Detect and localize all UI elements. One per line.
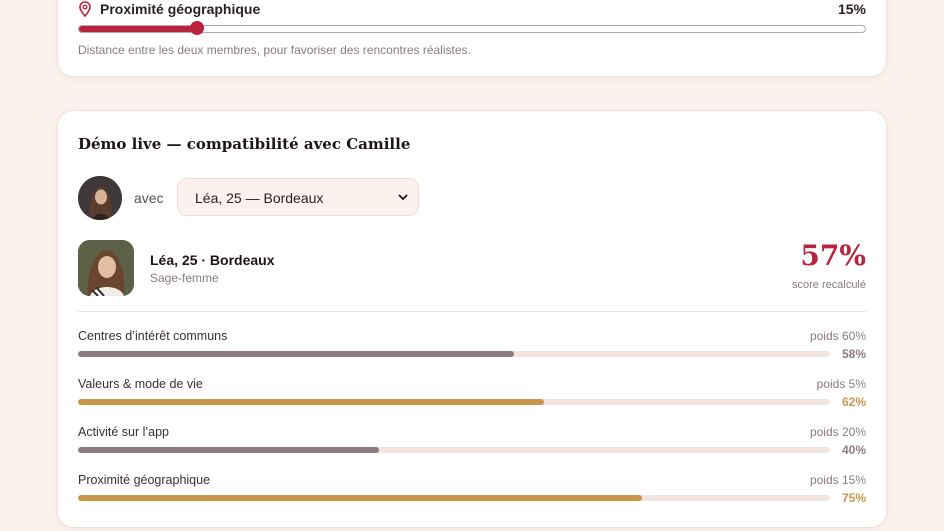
live-demo-card: Démo live — compatibilité avec Camille a… [57,110,887,528]
proximity-description: Distance entre les deux membres, pour fa… [78,43,471,57]
criterion-score: 40% [841,443,866,457]
criterion-weight: poids 5% [816,377,866,391]
slider-fill [79,26,197,32]
member-select-value: Léa, 25 — Bordeaux [195,190,324,206]
proximity-weight-card: Proximité géographique 15% Distance entr… [57,0,887,77]
member-select[interactable]: Léa, 25 — Bordeaux [177,178,419,216]
proximity-weight-slider[interactable] [78,21,866,35]
criterion-weight: poids 60% [809,329,866,343]
divider [78,311,866,312]
profile-job: Sage-femme [150,271,219,285]
camille-avatar [78,176,122,220]
criterion-row: Proximité géographique poids 15% 75% [78,473,866,513]
criterion-score: 58% [841,347,866,361]
criterion-weight: poids 15% [809,473,866,487]
criterion-label: Proximité géographique [78,473,211,487]
criterion-bar [78,399,830,405]
criterion-bar-fill [78,447,379,453]
criterion-row: Centres d’intérêt communs poids 60% 58% [78,329,866,369]
chevron-down-icon [398,194,408,201]
map-pin-icon [79,1,91,17]
criterion-bar [78,351,830,357]
criterion-label: Valeurs & mode de vie [78,377,203,391]
slider-thumb[interactable] [189,21,204,35]
score-caption: score recalculé [792,279,866,291]
criterion-bar [78,495,830,501]
criterion-bar-fill [78,495,642,501]
demo-title: Démo live — compatibilité avec Camille [78,135,411,153]
criterion-row: Valeurs & mode de vie poids 5% 62% [78,377,866,417]
with-label: avec [134,190,164,206]
proximity-weight-value: 15% [837,1,866,17]
profile-name: Léa, 25 · Bordeaux [150,252,275,268]
criterion-row: Activité sur l’app poids 20% 40% [78,425,866,465]
criterion-label: Activité sur l’app [78,425,170,439]
criterion-weight: poids 20% [809,425,866,439]
criterion-bar [78,447,830,453]
criterion-score: 62% [841,395,866,409]
criterion-bar-fill [78,399,545,405]
criterion-label: Centres d’intérêt communs [78,329,228,343]
proximity-header: Proximité géographique 15% [78,0,866,17]
compatibility-score: 57% [800,239,866,272]
criterion-bar-fill [78,351,515,357]
proximity-title: Proximité géographique [100,1,261,17]
criterion-score: 75% [841,491,866,505]
profile-photo [78,240,134,296]
